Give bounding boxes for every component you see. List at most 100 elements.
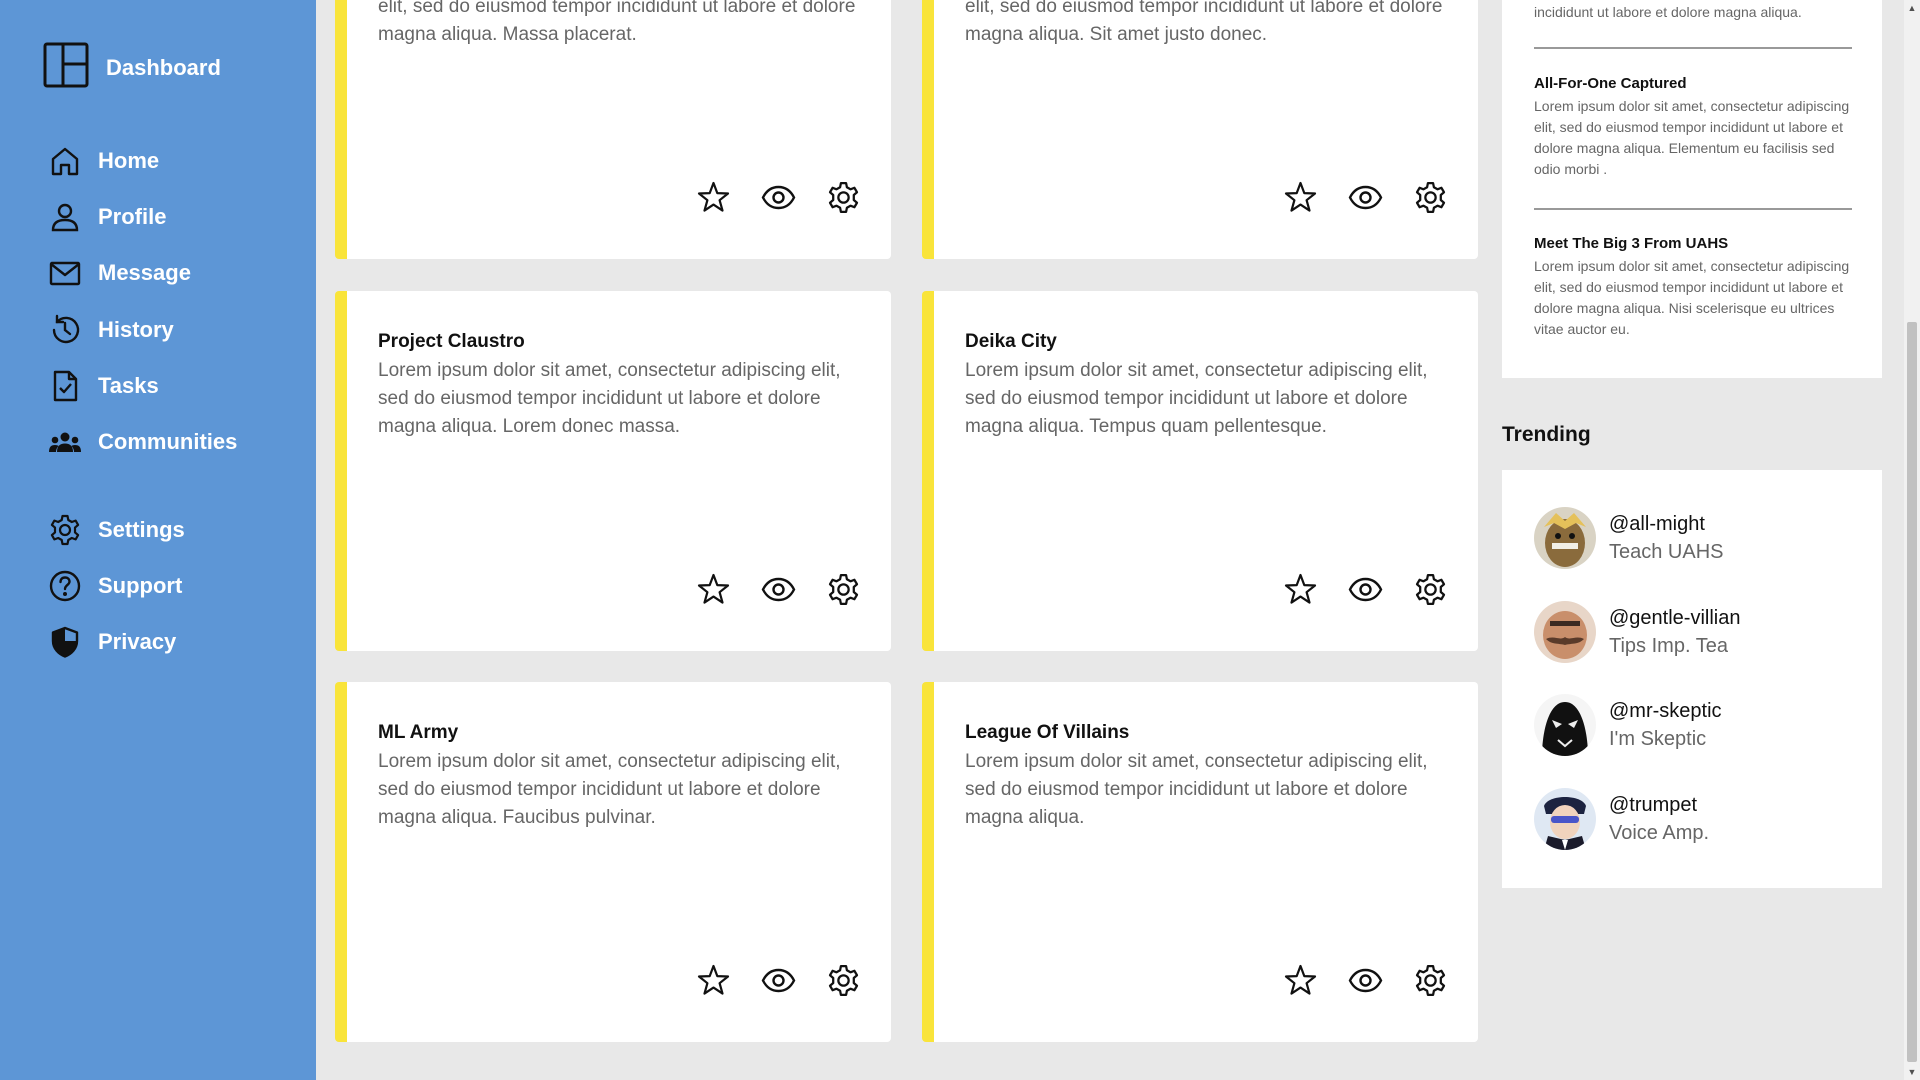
trending-heading: Trending <box>1502 423 1591 446</box>
card-actions <box>696 963 861 998</box>
sidebar-item-label: Tasks <box>98 373 159 398</box>
divider <box>1534 47 1852 49</box>
home-icon <box>46 142 84 180</box>
card-actions <box>1283 572 1448 607</box>
project-card: League Of Villains Lorem ipsum dolor sit… <box>922 682 1478 1042</box>
eye-icon[interactable] <box>1348 963 1383 998</box>
communities-icon <box>46 423 84 461</box>
sidebar-item-label: Message <box>98 260 191 285</box>
help-icon <box>46 567 84 605</box>
project-card: elit, sed do eiusmod tempor incididunt u… <box>922 0 1478 259</box>
news-item[interactable]: Meet The Big 3 From UAHS Lorem ipsum dol… <box>1534 235 1852 340</box>
gear-icon <box>46 511 84 549</box>
news-text: Lorem ipsum dolor sit amet, consectetur … <box>1534 258 1850 337</box>
brand[interactable]: Dashboard <box>43 42 221 93</box>
gear-icon[interactable] <box>1413 963 1448 998</box>
profile-icon <box>46 198 84 236</box>
eye-icon[interactable] <box>761 180 796 215</box>
eye-icon[interactable] <box>1348 180 1383 215</box>
eye-icon[interactable] <box>1348 572 1383 607</box>
sidebar-item-communities[interactable]: Communities <box>46 422 237 462</box>
project-card: ML Army Lorem ipsum dolor sit amet, cons… <box>335 682 891 1042</box>
card-actions <box>1283 963 1448 998</box>
trend-text: @mr-skeptic I'm Skeptic <box>1609 697 1722 753</box>
card-title: League Of Villains <box>965 722 1130 743</box>
mail-icon <box>46 254 84 292</box>
card-body: Lorem ipsum dolor sit amet, consectetur … <box>378 360 841 437</box>
brand-label: Dashboard <box>106 54 221 80</box>
star-icon[interactable] <box>1283 572 1318 607</box>
news-item[interactable]: All-For-One Captured Lorem ipsum dolor s… <box>1534 75 1852 180</box>
tasks-icon <box>46 367 84 405</box>
sidebar-item-label: History <box>98 317 174 342</box>
avatar <box>1534 788 1596 850</box>
scroll-up-arrow-icon[interactable]: ▲ <box>1904 0 1920 16</box>
app-root: Dashboard Home Profile Message History T… <box>0 0 1920 1080</box>
star-icon[interactable] <box>1283 963 1318 998</box>
avatar <box>1534 694 1596 756</box>
card-body: elit, sed do eiusmod tempor incididunt u… <box>965 0 1443 45</box>
gear-icon[interactable] <box>1413 180 1448 215</box>
trending-user[interactable]: @gentle-villian Tips Imp. Tea <box>1534 601 1740 663</box>
announcements-panel: incididunt ut labore et dolore magna ali… <box>1502 0 1882 378</box>
user-handle: @trumpet <box>1609 794 1698 816</box>
avatar <box>1534 601 1596 663</box>
sidebar-item-support[interactable]: Support <box>46 566 182 606</box>
sidebar-item-label: Profile <box>98 204 167 229</box>
trend-text: @all-might Teach UAHS <box>1609 510 1724 566</box>
news-title: Meet The Big 3 From UAHS <box>1534 235 1729 252</box>
sidebar-item-profile[interactable]: Profile <box>46 197 166 237</box>
user-subtitle: I'm Skeptic <box>1609 728 1707 750</box>
card-title: Project Claustro <box>378 331 525 352</box>
project-card: Deika City Lorem ipsum dolor sit amet, c… <box>922 291 1478 651</box>
sidebar: Dashboard Home Profile Message History T… <box>0 0 316 1080</box>
sidebar-item-privacy[interactable]: Privacy <box>46 622 176 662</box>
avatar <box>1534 507 1596 569</box>
sidebar-item-home[interactable]: Home <box>46 141 159 181</box>
eye-icon[interactable] <box>761 963 796 998</box>
sidebar-item-label: Settings <box>98 517 185 542</box>
user-handle: @all-might <box>1609 513 1705 535</box>
gear-icon[interactable] <box>826 963 861 998</box>
card-actions <box>696 572 861 607</box>
trend-text: @trumpet Voice Amp. <box>1609 791 1709 847</box>
dashboard-layout-icon <box>43 42 89 93</box>
card-actions <box>1283 180 1448 215</box>
sidebar-item-tasks[interactable]: Tasks <box>46 366 159 406</box>
card-body: Lorem ipsum dolor sit amet, consectetur … <box>965 751 1428 828</box>
scrollbar-thumb[interactable] <box>1907 322 1917 1062</box>
card-actions <box>696 180 861 215</box>
news-text: Lorem ipsum dolor sit amet, consectetur … <box>1534 98 1850 177</box>
card-body: elit, sed do eiusmod tempor incididunt u… <box>378 0 856 45</box>
star-icon[interactable] <box>696 572 731 607</box>
eye-icon[interactable] <box>761 572 796 607</box>
sidebar-item-message[interactable]: Message <box>46 253 191 293</box>
card-body: Lorem ipsum dolor sit amet, consectetur … <box>378 751 841 828</box>
card-body: Lorem ipsum dolor sit amet, consectetur … <box>965 360 1428 437</box>
sidebar-item-history[interactable]: History <box>46 310 174 350</box>
history-icon <box>46 311 84 349</box>
trending-user[interactable]: @mr-skeptic I'm Skeptic <box>1534 694 1722 756</box>
sidebar-item-label: Home <box>98 148 160 173</box>
news-item[interactable]: incididunt ut labore et dolore magna ali… <box>1534 2 1852 23</box>
scroll-down-arrow-icon[interactable]: ▼ <box>1904 1064 1920 1080</box>
trending-panel: @all-might Teach UAHS @gentle-villian Ti… <box>1502 470 1882 888</box>
trending-user[interactable]: @all-might Teach UAHS <box>1534 507 1724 569</box>
sidebar-item-label: Support <box>98 573 183 598</box>
news-text: incididunt ut labore et dolore magna ali… <box>1534 4 1802 20</box>
page-scrollbar[interactable]: ▲ ▼ <box>1904 0 1920 1080</box>
gear-icon[interactable] <box>1413 572 1448 607</box>
user-subtitle: Voice Amp. <box>1609 822 1710 844</box>
sidebar-item-label: Communities <box>98 429 238 454</box>
gear-icon[interactable] <box>826 180 861 215</box>
star-icon[interactable] <box>696 963 731 998</box>
sidebar-item-settings[interactable]: Settings <box>46 510 185 550</box>
user-handle: @mr-skeptic <box>1609 700 1722 722</box>
star-icon[interactable] <box>1283 180 1318 215</box>
gear-icon[interactable] <box>826 572 861 607</box>
trend-text: @gentle-villian Tips Imp. Tea <box>1609 604 1740 660</box>
project-card: elit, sed do eiusmod tempor incididunt u… <box>335 0 891 259</box>
star-icon[interactable] <box>696 180 731 215</box>
card-title: ML Army <box>378 722 459 743</box>
trending-user[interactable]: @trumpet Voice Amp. <box>1534 788 1709 850</box>
